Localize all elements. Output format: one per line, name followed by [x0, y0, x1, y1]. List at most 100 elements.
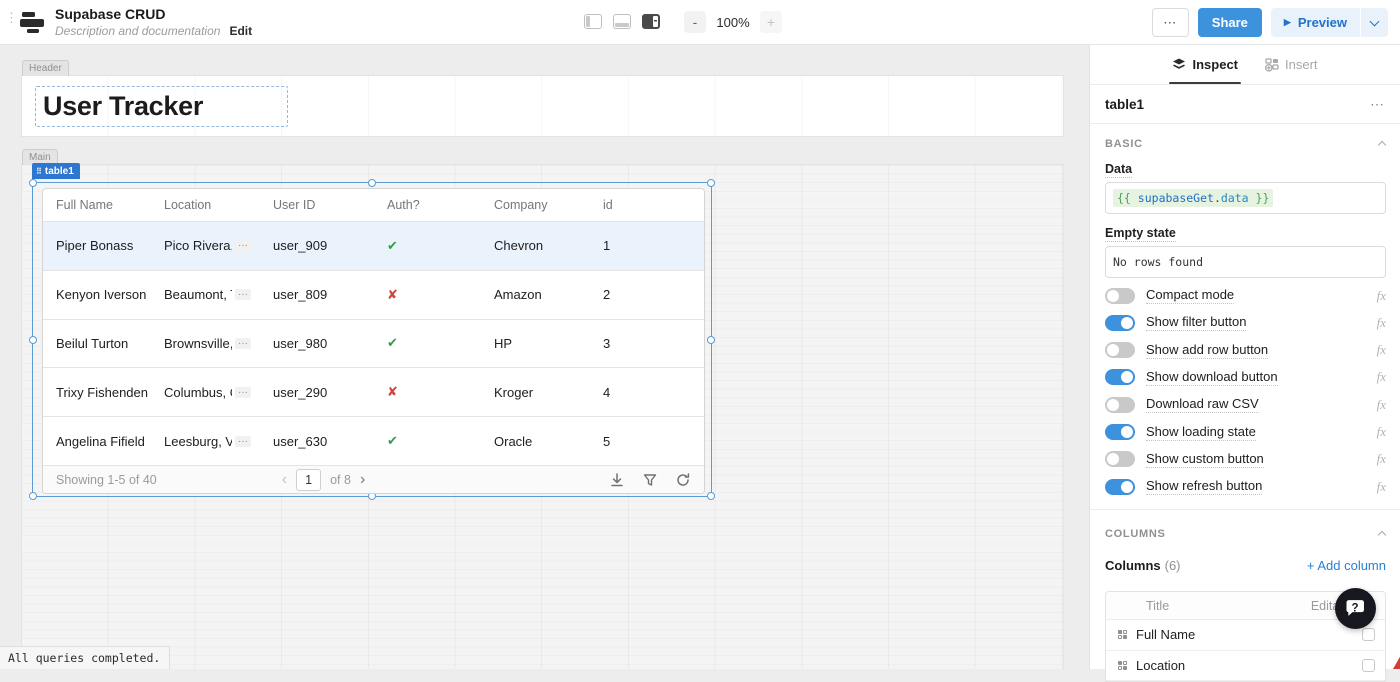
toggle-row: Show refresh button fx	[1105, 473, 1386, 500]
filter-icon[interactable]	[643, 473, 657, 487]
app-logo[interactable]	[19, 10, 45, 34]
header-region-tag[interactable]: Header	[22, 60, 69, 76]
refresh-icon[interactable]	[676, 473, 690, 487]
fx-button[interactable]: fx	[1377, 288, 1386, 304]
page-count-label: of 8	[330, 473, 351, 487]
toggle-show-refresh-button[interactable]	[1105, 479, 1135, 495]
columns-count: (6)	[1165, 558, 1181, 573]
status-text: All queries completed.	[8, 651, 160, 665]
table-row[interactable]: Angelina FifieldLeesburg, Vi···user_630✔…	[43, 416, 704, 465]
data-field-input[interactable]: {{ supabaseGet.data }}	[1105, 182, 1386, 214]
bottom-panel-toggle-icon[interactable]	[613, 14, 631, 29]
toggle-show-download-button[interactable]	[1105, 369, 1135, 385]
table-row[interactable]: Kenyon IversonBeaumont, T···user_809✘Ama…	[43, 270, 704, 319]
error-indicator	[1393, 655, 1400, 669]
add-column-button[interactable]: + Add column	[1307, 558, 1386, 573]
cross-icon: ✘	[387, 287, 398, 302]
cell-overflow-button[interactable]: ···	[235, 240, 251, 251]
fx-button[interactable]: fx	[1377, 479, 1386, 495]
column-header[interactable]: Full Name	[43, 198, 151, 212]
next-page-button[interactable]: ›	[360, 472, 365, 488]
fx-button[interactable]: fx	[1377, 451, 1386, 467]
toggle-show-filter-button[interactable]	[1105, 315, 1135, 331]
cell-overflow-button[interactable]: ···	[235, 289, 251, 300]
panel-toggles	[584, 14, 660, 29]
toggle-row: Compact modefx	[1105, 282, 1386, 309]
right-panel-toggle-icon[interactable]	[642, 14, 660, 29]
toggle-show-add-row-button[interactable]	[1105, 342, 1135, 358]
selected-component-name: table1	[1105, 97, 1144, 112]
table-footer: Showing 1-5 of 40 ‹ of 8 ›	[43, 465, 704, 494]
check-icon: ✔	[387, 238, 398, 253]
play-icon: ▶	[1284, 17, 1291, 28]
prev-page-button[interactable]: ‹	[282, 472, 287, 488]
drag-dots-icon: ⠿	[36, 167, 42, 176]
preview-button[interactable]: ▶ Preview	[1271, 8, 1360, 37]
columns-collapse-icon[interactable]	[1378, 531, 1386, 539]
fx-button[interactable]: fx	[1377, 315, 1386, 331]
column-list-item[interactable]: Location	[1106, 651, 1385, 682]
toggle-compact-mode[interactable]	[1105, 288, 1135, 304]
toggle-row: Show filter button fx	[1105, 309, 1386, 336]
column-header[interactable]: Company	[481, 198, 590, 212]
table-row[interactable]: Trixy FishendenColumbus, O···user_290✘Kr…	[43, 367, 704, 416]
download-icon[interactable]	[610, 473, 624, 487]
cell-overflow-button[interactable]: ···	[235, 338, 251, 349]
zoom-out-button[interactable]: -	[684, 11, 706, 33]
toggle-label: Show filter button	[1146, 314, 1246, 331]
header-region[interactable]: User Tracker	[22, 76, 1063, 136]
status-bar: All queries completed.	[0, 646, 170, 669]
table1-component-tag[interactable]: ⠿ table1	[32, 163, 80, 179]
topbar: ⋮ Supabase CRUD Description and document…	[0, 0, 1400, 45]
toggle-label: Download raw CSV	[1146, 396, 1259, 413]
column-header[interactable]: Location	[151, 198, 260, 212]
table1-widget[interactable]: Full NameLocationUser IDAuth?Companyid P…	[42, 188, 705, 494]
app-subtitle: Description and documentation	[55, 24, 220, 38]
toggle-show-custom-button[interactable]	[1105, 451, 1135, 467]
column-drag-icon[interactable]	[1118, 630, 1127, 639]
fx-button[interactable]: fx	[1377, 369, 1386, 385]
share-button[interactable]: Share	[1198, 8, 1262, 37]
fx-button[interactable]: fx	[1377, 424, 1386, 440]
editable-checkbox[interactable]	[1362, 628, 1375, 641]
toggle-row: Show download button fx	[1105, 364, 1386, 391]
editor-canvas[interactable]: Header User Tracker Main ⠿ table1 Full N…	[0, 45, 1089, 669]
more-options-button[interactable]: ⋯	[1152, 8, 1189, 37]
tab-insert[interactable]: Insert	[1265, 45, 1318, 84]
column-header[interactable]: Auth?	[374, 198, 481, 212]
basic-collapse-icon[interactable]	[1378, 141, 1386, 149]
cell-overflow-button[interactable]: ···	[235, 436, 251, 447]
column-header[interactable]: id	[590, 198, 705, 212]
toggle-label: Show loading state	[1146, 424, 1256, 441]
zoom-in-button[interactable]: +	[760, 11, 782, 33]
help-bubble-icon: ?	[1344, 597, 1368, 621]
preview-dropdown-button[interactable]	[1361, 8, 1388, 37]
help-button[interactable]: ?	[1335, 588, 1376, 629]
toggle-label: Show refresh button	[1146, 478, 1262, 495]
column-header[interactable]: User ID	[260, 198, 374, 212]
tab-inspect[interactable]: Inspect	[1172, 45, 1238, 84]
table-row[interactable]: Piper BonassPico Rivera, C···user_909✔Ch…	[43, 221, 704, 270]
table-row[interactable]: Beilul TurtonBrownsville, T···user_980✔H…	[43, 319, 704, 368]
toggle-label: Show download button	[1146, 369, 1278, 386]
empty-state-label: Empty state	[1105, 226, 1176, 242]
page-number-input[interactable]	[296, 469, 321, 491]
title-component[interactable]: User Tracker	[35, 86, 288, 127]
empty-state-input[interactable]: No rows found	[1105, 246, 1386, 278]
fx-button[interactable]: fx	[1377, 397, 1386, 413]
component-menu-button[interactable]: ⋯	[1370, 96, 1385, 113]
basic-section-header: BASIC	[1105, 138, 1143, 150]
toggle-download-raw-csv[interactable]	[1105, 397, 1135, 413]
layers-icon	[1172, 58, 1186, 71]
edit-description-button[interactable]: Edit	[229, 24, 252, 38]
left-panel-toggle-icon[interactable]	[584, 14, 602, 29]
cell-overflow-button[interactable]: ···	[235, 387, 251, 398]
fx-button[interactable]: fx	[1377, 342, 1386, 358]
toggle-row: Show loading state fx	[1105, 419, 1386, 446]
inspector-panel: Inspect Insert table1 ⋯ BASIC Data {{ su…	[1089, 45, 1400, 669]
toggle-label: Show custom button	[1146, 451, 1264, 468]
drag-handle-icon: ⋮	[5, 13, 18, 22]
toggle-show-loading-state[interactable]	[1105, 424, 1135, 440]
editable-checkbox[interactable]	[1362, 659, 1375, 672]
column-drag-icon[interactable]	[1118, 661, 1127, 670]
